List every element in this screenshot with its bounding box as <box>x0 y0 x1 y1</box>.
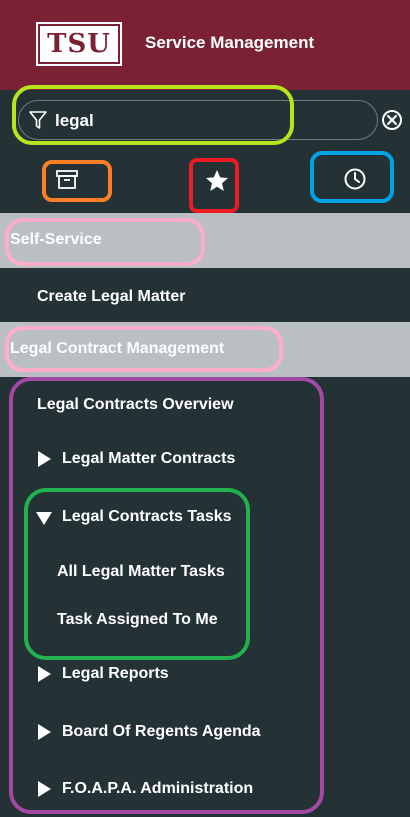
filter-input[interactable] <box>55 107 355 135</box>
app-title: Service Management <box>145 33 315 52</box>
archive-box-icon <box>56 170 78 189</box>
nav-item-label: Legal Contracts Tasks <box>62 508 232 525</box>
nav-item-label: Legal Reports <box>62 665 169 682</box>
app-header: TSU Service Management <box>0 0 410 90</box>
tsu-logo[interactable]: TSU <box>36 22 122 66</box>
clear-filter-icon[interactable] <box>380 108 404 132</box>
tab-archive[interactable] <box>52 165 82 195</box>
nav-item-create-legal-matter[interactable]: Create Legal Matter <box>0 270 410 322</box>
nav-item-legal-contracts-overview[interactable]: Legal Contracts Overview <box>0 378 410 430</box>
nav-item-label: F.O.A.P.A. Administration <box>62 780 254 797</box>
filter-icon <box>29 111 47 129</box>
nav-item-legal-contracts-tasks[interactable]: Legal Contracts Tasks <box>0 490 410 542</box>
tab-history[interactable] <box>340 164 370 194</box>
section-label: Legal Contract Management <box>10 340 225 357</box>
collapse-arrow-icon[interactable] <box>36 512 52 525</box>
expand-arrow-icon[interactable] <box>38 666 51 682</box>
tab-favorites[interactable] <box>202 166 232 196</box>
nav-item-label: Legal Matter Contracts <box>62 450 236 467</box>
clock-icon <box>344 168 366 190</box>
nav-item-label: Legal Contracts Overview <box>37 396 234 413</box>
nav-item-board-of-regents-agenda[interactable]: Board Of Regents Agenda <box>0 705 410 757</box>
nav-item-label: Create Legal Matter <box>37 288 186 305</box>
nav-item-label: All Legal Matter Tasks <box>57 563 225 580</box>
expand-arrow-icon[interactable] <box>38 451 51 467</box>
logo-text: TSU <box>47 29 111 59</box>
section-legal-contract-management[interactable]: Legal Contract Management <box>0 322 410 377</box>
nav-item-label: Board Of Regents Agenda <box>62 723 261 740</box>
nav-item-label: Task Assigned To Me <box>57 611 218 628</box>
filter-navigator[interactable] <box>18 100 378 140</box>
star-icon <box>206 170 228 191</box>
nav-item-task-assigned-to-me[interactable]: Task Assigned To Me <box>0 593 410 645</box>
nav-item-legal-matter-contracts[interactable]: Legal Matter Contracts <box>0 432 410 484</box>
section-self-service[interactable]: Self-Service <box>0 213 410 268</box>
section-label: Self-Service <box>10 231 102 248</box>
expand-arrow-icon[interactable] <box>38 724 51 740</box>
expand-arrow-icon[interactable] <box>38 781 51 797</box>
nav-item-all-legal-matter-tasks[interactable]: All Legal Matter Tasks <box>0 545 410 597</box>
nav-item-legal-reports[interactable]: Legal Reports <box>0 647 410 699</box>
nav-item-foapa-administration[interactable]: F.O.A.P.A. Administration <box>0 762 410 814</box>
